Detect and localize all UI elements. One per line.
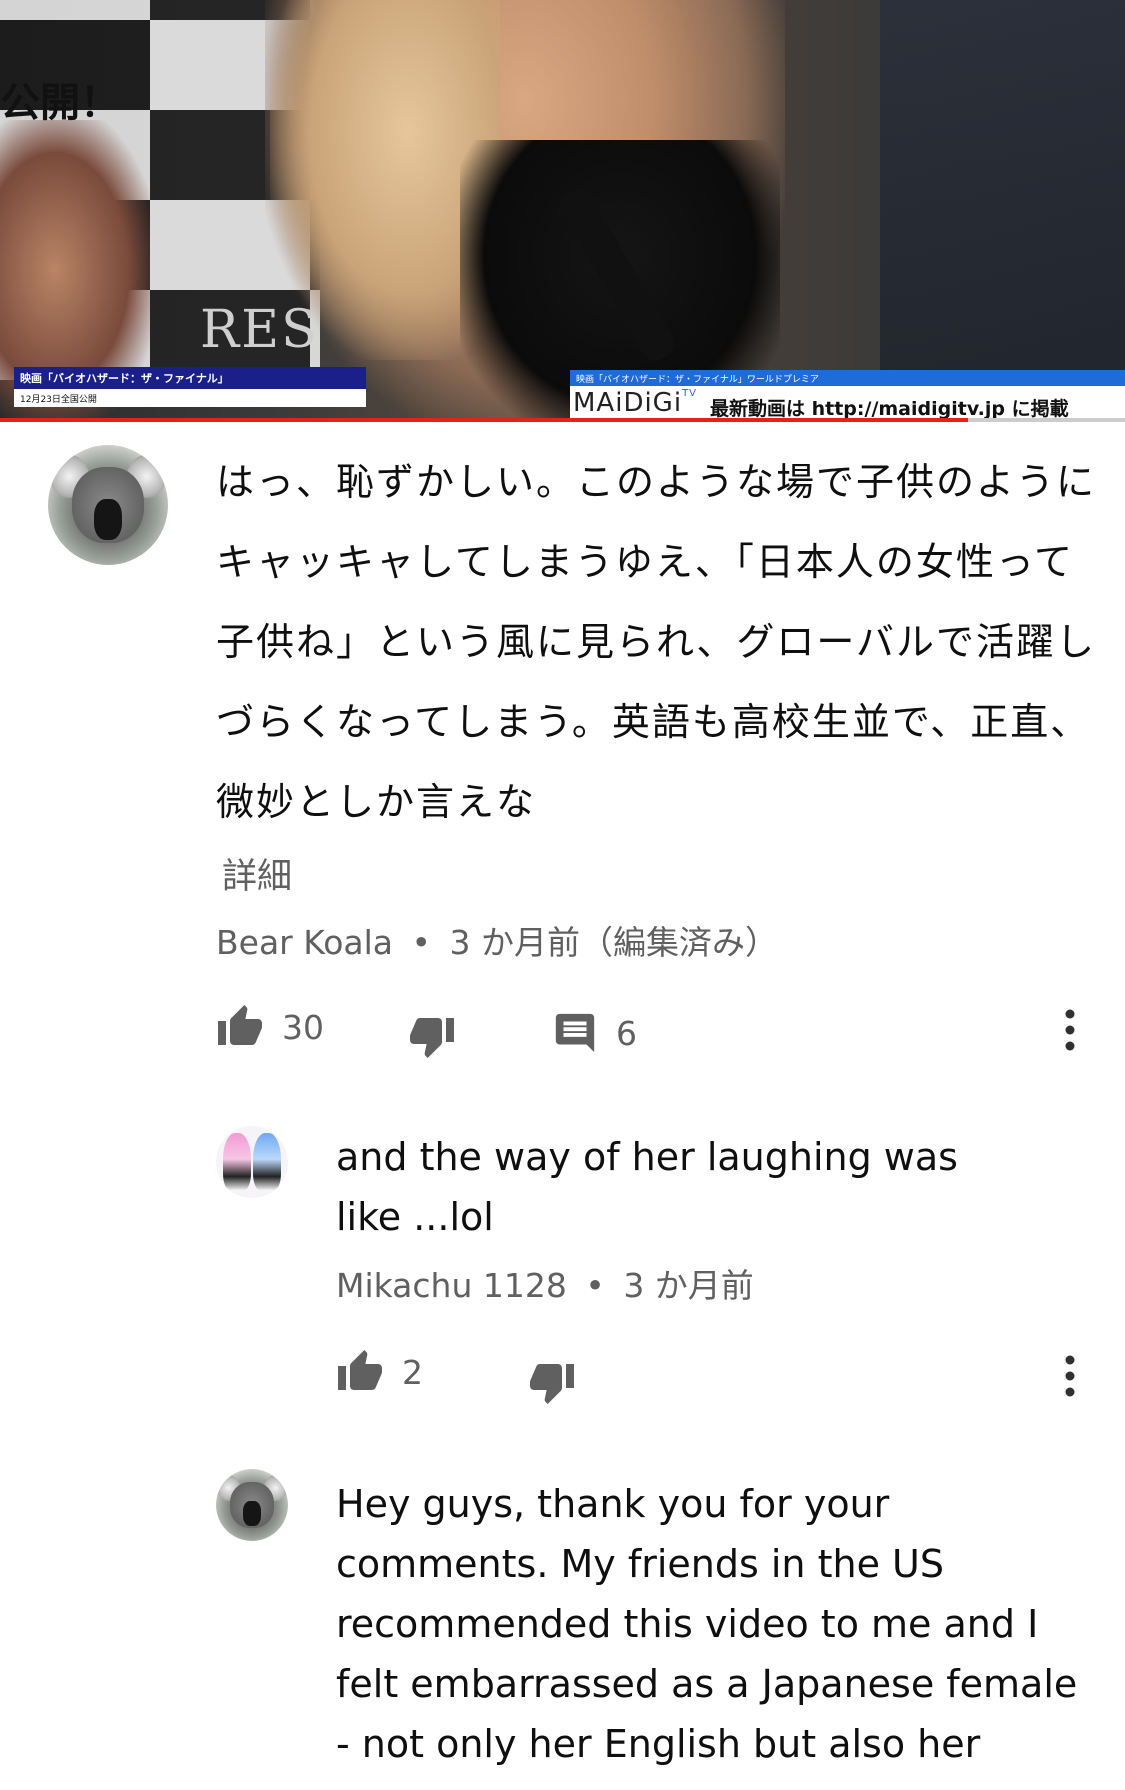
comment-text: はっ、恥ずかしい。このような場で子供のようにキャッキャしてしまうゆえ、「日本人の… (216, 460, 1097, 824)
read-more-link[interactable]: 詳細 (222, 848, 292, 899)
more-vert-icon[interactable] (1060, 1354, 1080, 1398)
reply-like-count: 2 (402, 1352, 423, 1392)
more-vert-icon[interactable] (1060, 1008, 1080, 1052)
video-player[interactable]: 公開！ S RES 映画「バイオハザード：ザ・ファイナル」 12月23日全国公開… (0, 0, 1125, 422)
reply-text: Hey guys, thank you for your comments. M… (336, 1482, 1078, 1766)
koala-avatar[interactable] (48, 445, 168, 565)
caption-right-text: 最新動画は http://maidigitv.jp に掲載 (710, 398, 1069, 420)
video-person-right (880, 0, 1125, 422)
koala-avatar[interactable] (216, 1469, 288, 1541)
anime-twins-avatar[interactable] (216, 1126, 288, 1198)
caption-left-date: 12月23日全国公開 (20, 395, 97, 405)
thumb-up-icon (218, 1005, 262, 1045)
thumb-up-icon (338, 1350, 382, 1390)
reply-time: 3 か月前 (623, 1266, 754, 1305)
comment-icon (555, 1013, 595, 1053)
reply-count: 6 (616, 1013, 637, 1053)
maidigi-logo: MAiDiGiTV (573, 388, 698, 418)
video-progress-bar[interactable] (0, 418, 1125, 422)
caption-right-title: 映画「バイオハザード：ザ・ファイナル」ワールドプレミア (576, 375, 819, 385)
reply-meta: Mikachu 1128 • 3 か月前 (336, 1259, 754, 1307)
caption-left-title: 映画「バイオハザード：ザ・ファイナル」 (20, 372, 229, 385)
video-caption-right: 映画「バイオハザード：ザ・ファイナル」ワールドプレミア MAiDiGiTV 最新… (570, 370, 1125, 422)
thumb-down-icon (530, 1364, 574, 1404)
meta-separator: • (585, 1266, 605, 1305)
thumb-down-icon (410, 1018, 454, 1058)
reply-author[interactable]: Mikachu 1128 (336, 1266, 567, 1305)
reply-text: and the way of her laughing was like ...… (336, 1135, 958, 1239)
comment-meta: Bear Koala • 3 か月前（編集済み） (216, 916, 778, 964)
like-button[interactable]: 30 (216, 1003, 324, 1051)
reply-like-button[interactable]: 2 (336, 1348, 423, 1396)
dislike-button[interactable] (408, 1012, 456, 1060)
comment-time: 3 か月前（編集済み） (449, 923, 779, 962)
meta-separator: • (411, 923, 431, 962)
reply-button[interactable]: 6 (552, 1010, 637, 1056)
comment-author[interactable]: Bear Koala (216, 923, 393, 962)
video-caption-left: 映画「バイオハザード：ザ・ファイナル」 12月23日全国公開 (14, 367, 366, 407)
reply-dislike-button[interactable] (528, 1358, 576, 1406)
like-count: 30 (282, 1007, 324, 1047)
video-progress-fill (0, 418, 968, 422)
